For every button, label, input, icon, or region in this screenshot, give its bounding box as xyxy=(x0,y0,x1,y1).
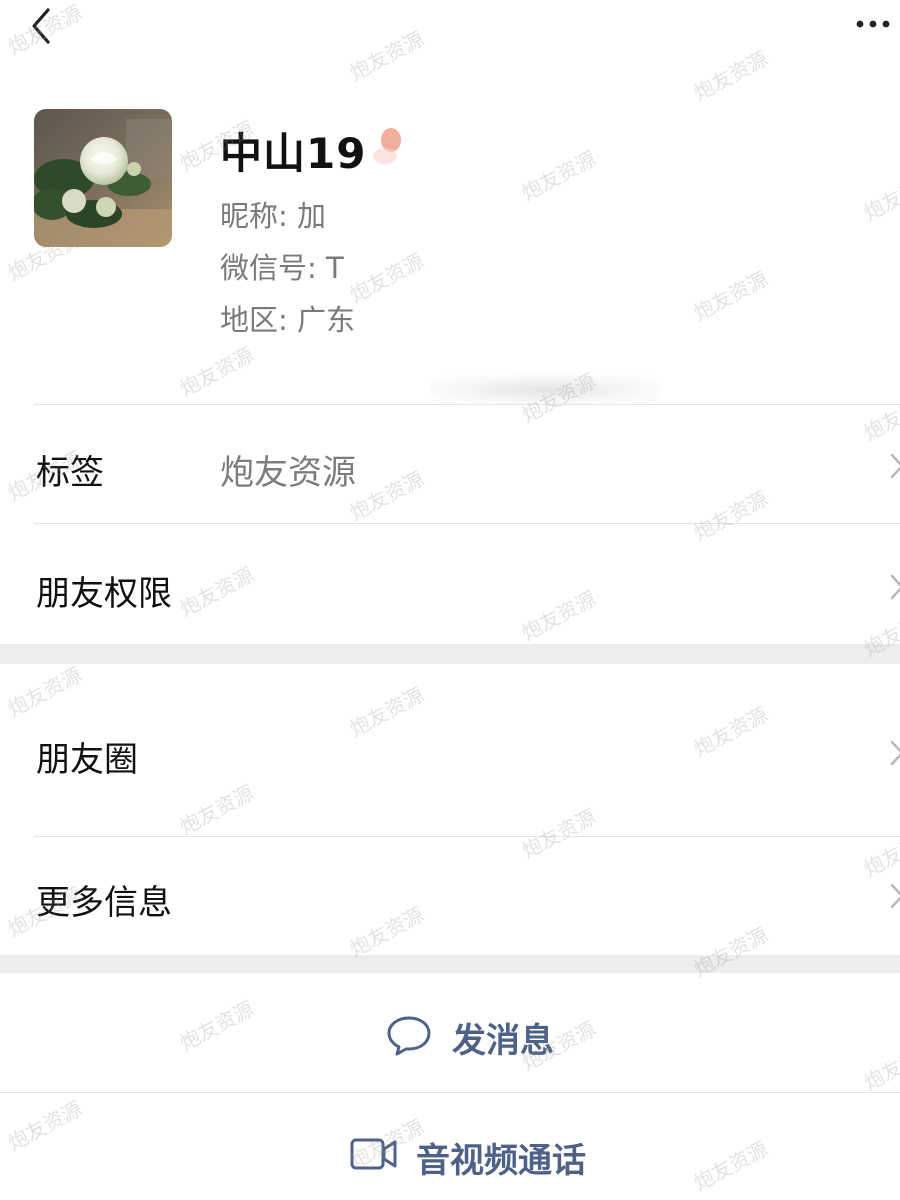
blur-overlay xyxy=(430,375,660,405)
back-button[interactable] xyxy=(26,4,66,48)
tags-row[interactable]: 标签 炮友资源 xyxy=(0,405,900,523)
chevron-right-icon xyxy=(890,453,900,479)
more-info-label: 更多信息 xyxy=(36,883,172,923)
nickname-line: 昵称: 加 xyxy=(220,193,326,235)
tags-label: 标签 xyxy=(36,453,104,493)
section-separator xyxy=(0,644,900,664)
wechat-id-label: 微信号: xyxy=(220,251,317,285)
contact-name: 中山19 xyxy=(220,129,367,178)
video-call-button[interactable]: 音视频通话 xyxy=(0,1093,900,1200)
top-bar xyxy=(0,0,900,70)
friend-permissions-row[interactable]: 朋友权限 xyxy=(0,524,900,644)
moments-label: 朋友圈 xyxy=(36,740,138,780)
emoji-icon xyxy=(373,128,401,164)
more-info-row[interactable]: 更多信息 xyxy=(0,837,900,955)
video-call-label: 音视频通话 xyxy=(416,1141,586,1181)
nickname-value: 加 xyxy=(297,199,327,233)
chevron-right-icon xyxy=(890,883,900,909)
send-message-label: 发消息 xyxy=(452,1021,554,1061)
profile-header: 中山19 昵称: 加 微信号: T 地区: 广东 xyxy=(0,70,900,405)
nickname-label: 昵称: xyxy=(220,199,288,233)
flower-photo xyxy=(34,109,172,247)
region-line: 地区: 广东 xyxy=(220,297,355,339)
region-value: 广东 xyxy=(297,303,356,337)
friend-permissions-label: 朋友权限 xyxy=(36,574,172,614)
chevron-left-icon xyxy=(32,8,50,44)
chevron-right-icon xyxy=(890,740,900,766)
wechat-id-value[interactable]: T xyxy=(326,251,344,285)
moments-row[interactable]: 朋友圈 xyxy=(0,664,900,836)
wechat-id-line: 微信号: T xyxy=(220,245,344,287)
section-separator xyxy=(0,955,900,973)
video-camera-icon xyxy=(350,1138,397,1170)
more-button[interactable] xyxy=(856,6,896,46)
send-message-button[interactable]: 发消息 xyxy=(0,973,900,1091)
region-label: 地区: xyxy=(220,303,288,337)
avatar[interactable] xyxy=(34,109,172,247)
ellipsis-icon xyxy=(856,20,890,28)
tags-value: 炮友资源 xyxy=(220,453,356,493)
chevron-right-icon xyxy=(890,574,900,600)
chat-bubble-icon xyxy=(387,1016,431,1056)
